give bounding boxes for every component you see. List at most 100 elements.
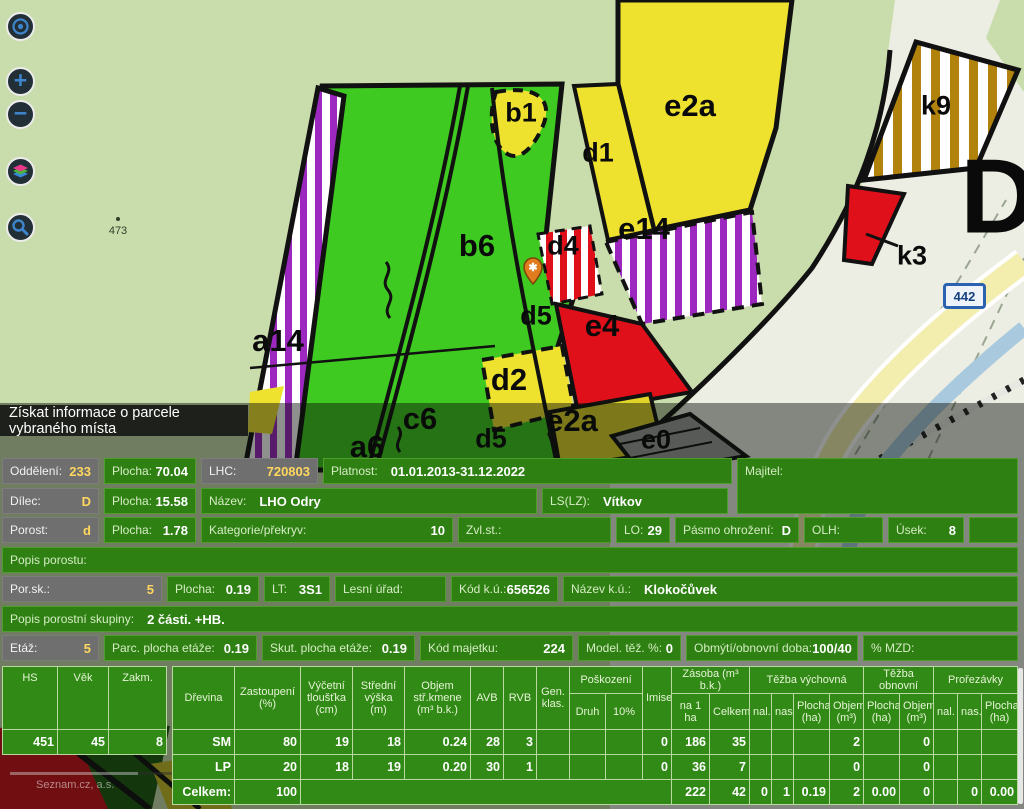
field-kod-ku: Kód k.ú.:656526	[451, 576, 558, 602]
map-label-k3: k3	[897, 241, 927, 272]
table-row: LP2018190.20301036700	[173, 755, 1018, 780]
col-drevina: Dřevina	[173, 667, 235, 730]
map-attribution: Seznam.cz, a.s.	[36, 779, 114, 791]
field-plocha-porost: Plocha:1.78	[104, 517, 196, 543]
field-porost: Porost:d	[2, 517, 99, 543]
locate-icon	[11, 17, 30, 36]
field-majitel: Majitel:	[737, 458, 1018, 514]
col-na1ha: na 1 ha	[672, 694, 710, 730]
map-label-d4: d4	[547, 231, 579, 262]
map-label-e4: e4	[585, 308, 619, 344]
col-rvb: RVB	[504, 667, 537, 730]
table-scrollbar[interactable]	[1018, 668, 1023, 804]
field-oddeleni: Oddělení:233	[2, 458, 99, 484]
field-plocha-oddeleni: Plocha:70.04	[104, 458, 196, 484]
field-kategorie: Kategorie/překryv:10	[201, 517, 453, 543]
field-lesni-urad: Lesní úřad:	[335, 576, 446, 602]
group-tezba-obnovni: Těžba obnovní	[864, 667, 934, 694]
group-zasoba: Zásoba (m³ b.k.)	[672, 667, 750, 694]
field-etaz: Etáž:5	[2, 635, 99, 661]
field-popis-porostu: Popis porostu:	[2, 547, 1018, 573]
col-objem-obn: Objem (m³)	[900, 694, 934, 730]
field-spacer	[969, 517, 1018, 543]
stand-table: Dřevina Zastoupení (%) Výčetní tloušťka …	[172, 666, 1018, 805]
field-lo: LO:29	[616, 517, 670, 543]
col-druh: Druh	[570, 694, 606, 730]
vek-header: Věk	[58, 667, 109, 730]
map-label-e2a: e2a	[664, 88, 716, 124]
col-10pct: 10%	[606, 694, 643, 730]
col-plocha-obn: Plocha (ha)	[864, 694, 900, 730]
col-nas-vych: nas.	[772, 694, 794, 730]
map-tooltip: Získat informace o parcele vybraného mís…	[0, 405, 248, 436]
field-kod-majetku: Kód majetku:224	[420, 635, 573, 661]
minus-icon: −	[14, 102, 27, 125]
app-window: ✱ 473b1d1e2ae14b6d4d5e4a14d2c6a6d5e2ae0k…	[0, 0, 1024, 809]
search-icon	[11, 218, 30, 237]
map-label-d2: d2	[491, 362, 527, 398]
col-gen-klas: Gen. klas.	[537, 667, 570, 730]
map-label-b1: b1	[505, 98, 537, 129]
field-lt: LT:3S1	[264, 576, 330, 602]
group-prorezavky: Prořezávky	[934, 667, 1018, 694]
field-pasmo: Pásmo ohrožení:D	[675, 517, 799, 543]
table-row: SM8019180.2428301863520	[173, 730, 1018, 755]
field-plocha-porsk: Plocha:0.19	[167, 576, 259, 602]
col-stredni: Střední výška (m)	[353, 667, 405, 730]
field-usek: Úsek:8	[888, 517, 964, 543]
hs-table-row: 451 45 8	[3, 730, 167, 755]
zoom-out-button[interactable]: −	[6, 100, 35, 129]
col-plocha-pror: Plocha (ha)	[982, 694, 1018, 730]
field-lslz: LS(LZ):Vítkov	[542, 488, 728, 514]
field-obmyti: Obmýtí/obnovní doba:100/40	[686, 635, 858, 661]
plus-icon: +	[14, 69, 27, 92]
map-label-D: D	[960, 137, 1024, 258]
field-olh: OLH:	[804, 517, 883, 543]
map-label-b6: b6	[459, 228, 495, 264]
group-tezba-vychovna: Těžba výchovná	[750, 667, 864, 694]
field-popis-ps: Popis porostní skupiny:2 části. +HB.	[2, 606, 1018, 632]
col-zastoupeni: Zastoupení (%)	[235, 667, 301, 730]
map-label-473: 473	[109, 225, 127, 237]
road-number-sign: 442	[943, 283, 986, 309]
col-objem-vych: Objem (m³)	[830, 694, 864, 730]
col-avb: AVB	[471, 667, 504, 730]
search-button[interactable]	[6, 213, 35, 242]
col-objem: Objem stř.kmene (m³ b.k.)	[405, 667, 471, 730]
field-dilec: Dílec:D	[2, 488, 99, 514]
field-porsk: Por.sk.:5	[2, 576, 162, 602]
col-nas-pror: nas.	[958, 694, 982, 730]
col-nal-pror: nal.	[934, 694, 958, 730]
table-total-row: Celkem:10022242010.1920.00000.00	[173, 780, 1018, 805]
field-lhc: LHC:720803	[201, 458, 318, 484]
col-nal-vych: nal.	[750, 694, 772, 730]
col-plocha-vych: Plocha (ha)	[794, 694, 830, 730]
hs-header: HS	[3, 667, 58, 730]
col-imise: Imise	[643, 667, 672, 730]
map-label-a14: a14	[252, 323, 304, 359]
field-zvlst: Zvl.st.:	[458, 517, 611, 543]
zakm-header: Zakm.	[109, 667, 167, 730]
field-model-tez: Model. těž. %:0	[578, 635, 681, 661]
stand-table-body: SM8019180.2428301863520LP2018190.2030103…	[173, 730, 1018, 805]
group-poskozeni: Poškození	[570, 667, 643, 694]
map-label-k9: k9	[921, 91, 951, 122]
layers-icon	[11, 162, 30, 181]
svg-text:✱: ✱	[528, 262, 537, 274]
zoom-in-button[interactable]: +	[6, 67, 35, 96]
map-label-e14: e14	[618, 211, 670, 247]
field-mzd: % MZD:	[863, 635, 1018, 661]
field-platnost: Platnost:01.01.2013-31.12.2022	[323, 458, 732, 484]
map-label-d5: d5	[520, 301, 552, 332]
hs-table: HS Věk Zakm. 451 45 8	[2, 666, 167, 755]
field-nazev: Název:LHO Odry	[201, 488, 537, 514]
field-nazev-ku: Název k.ú.:Klokočůvek	[563, 576, 1018, 602]
field-plocha-dilec: Plocha:15.58	[104, 488, 196, 514]
field-parc-plocha: Parc. plocha etáže:0.19	[104, 635, 257, 661]
layers-button[interactable]	[6, 157, 35, 186]
map-label-d1: d1	[582, 138, 614, 169]
field-skut-plocha: Skut. plocha etáže:0.19	[262, 635, 415, 661]
col-vycetni: Výčetní tloušťka (cm)	[301, 667, 353, 730]
locate-button[interactable]	[6, 12, 35, 41]
col-celkem: Celkem	[710, 694, 750, 730]
